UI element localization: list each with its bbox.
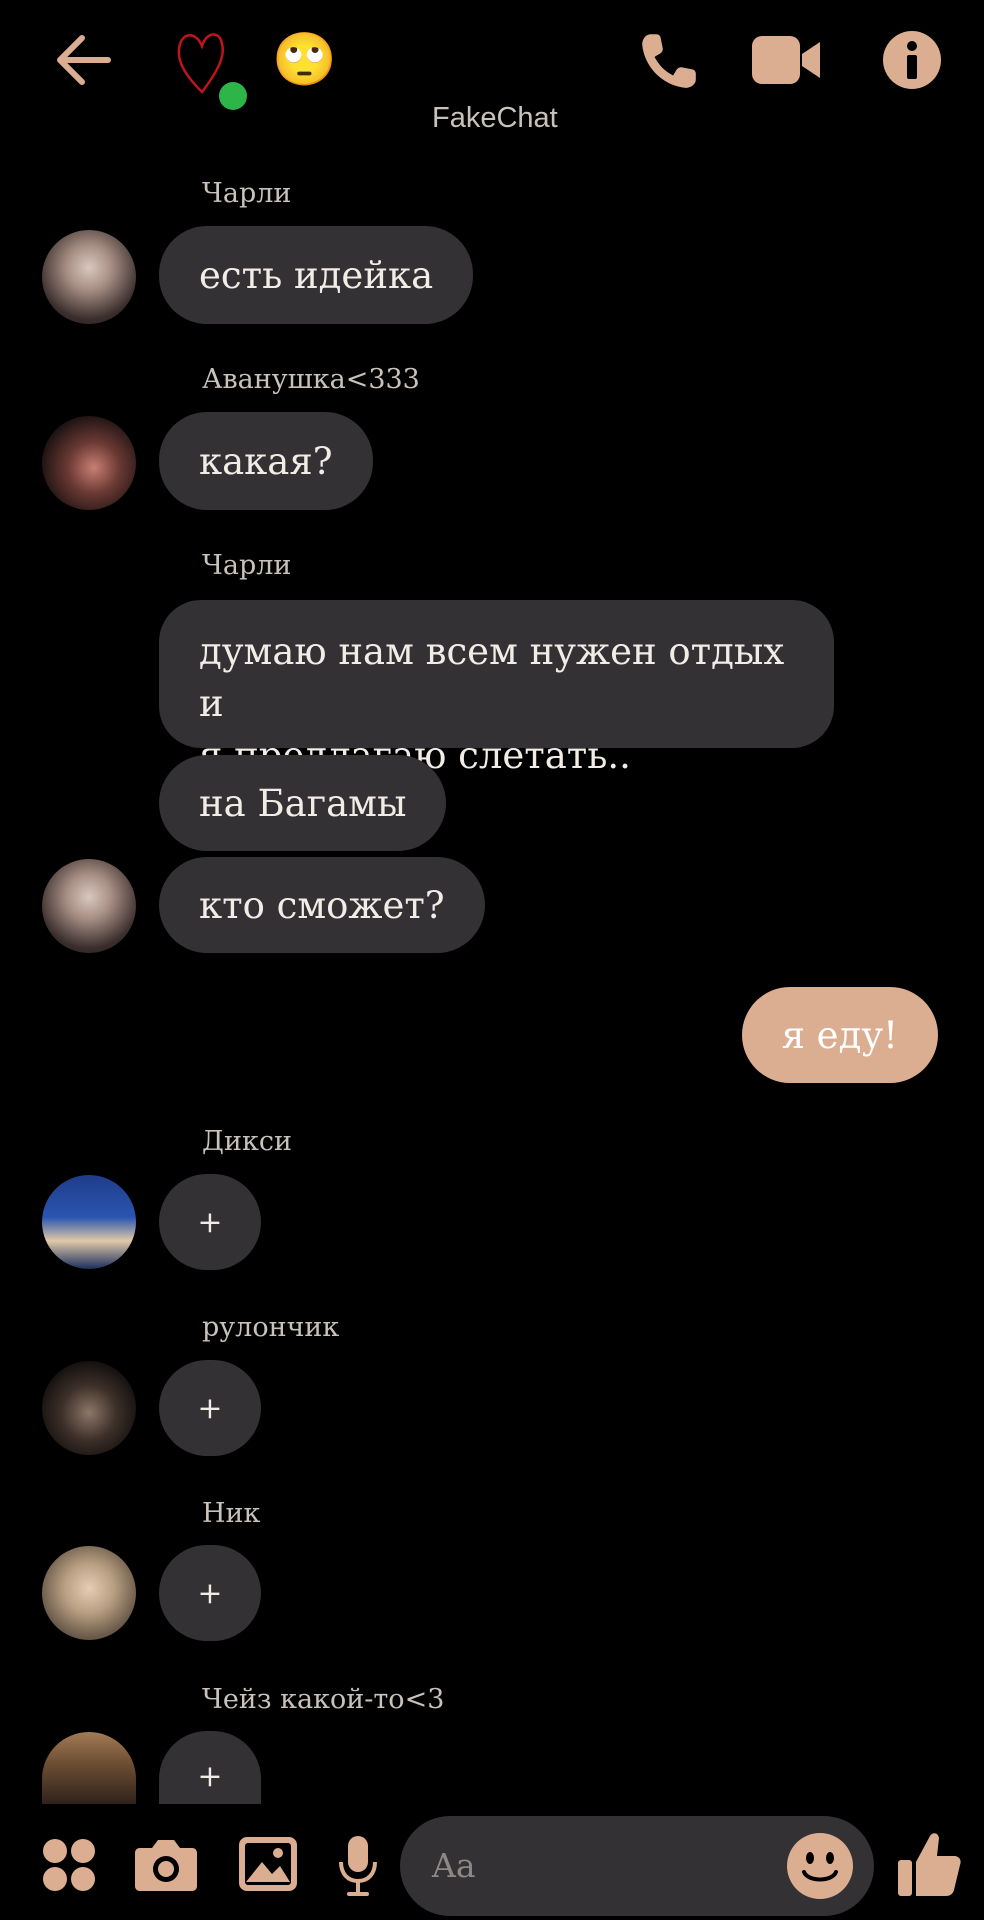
reaction-bubble[interactable]: + <box>159 1360 261 1456</box>
sender-name: Аванушка<333 <box>202 364 420 395</box>
message-input[interactable]: Aa <box>400 1816 874 1916</box>
phone-icon[interactable] <box>636 28 702 94</box>
avatar-nick[interactable] <box>42 1546 136 1640</box>
online-indicator <box>219 82 247 110</box>
camera-icon[interactable] <box>134 1836 198 1892</box>
avatar-avanushka[interactable] <box>42 416 136 510</box>
thumbs-up-icon[interactable] <box>896 1830 962 1898</box>
chat-title: FakeChat <box>432 102 558 134</box>
avatar-rulonchik[interactable] <box>42 1361 136 1455</box>
own-message-bubble[interactable]: я еду! <box>741 987 938 1083</box>
image-icon[interactable] <box>238 1836 298 1892</box>
video-camera-icon[interactable] <box>750 34 822 86</box>
message-bubble[interactable]: какая? <box>159 412 373 510</box>
emoji-icon[interactable] <box>786 1832 854 1900</box>
group-avatar[interactable] <box>172 22 256 112</box>
avatar-chase[interactable] <box>42 1732 136 1804</box>
reaction-bubble[interactable]: + <box>159 1731 261 1804</box>
back-arrow-icon[interactable] <box>52 28 116 92</box>
sender-name: Чарли <box>202 178 292 209</box>
message-bubble[interactable]: думаю нам всем нужен отдых и я предлагаю… <box>159 600 834 777</box>
message-bubble[interactable]: на Багамы <box>159 755 447 851</box>
message-line: думаю нам всем нужен отдых и <box>199 630 785 725</box>
composer-bar: Aa <box>0 1800 984 1920</box>
sender-name: Дикси <box>202 1126 292 1157</box>
avatar-charlie[interactable] <box>42 230 136 324</box>
reaction-bubble[interactable]: + <box>159 1174 261 1270</box>
reaction-bubble[interactable]: + <box>159 1545 261 1641</box>
message-bubble[interactable]: кто сможет? <box>159 857 485 953</box>
sender-name: Чейз какой-то<3 <box>202 1684 445 1715</box>
sender-name: Чарли <box>202 550 292 581</box>
info-icon[interactable] <box>882 30 942 90</box>
microphone-icon[interactable] <box>336 1834 380 1898</box>
avatar-charlie[interactable] <box>42 859 136 953</box>
status-emoji: 🙄 <box>272 30 337 90</box>
chat-header: 🙄 FakeChat <box>0 0 984 150</box>
avatar-dixie[interactable] <box>42 1175 136 1269</box>
message-input-placeholder: Aa <box>432 1846 476 1885</box>
sender-name: рулончик <box>202 1312 340 1343</box>
sender-name: Ник <box>202 1498 261 1529</box>
message-bubble[interactable]: есть идейка <box>159 226 474 324</box>
apps-icon[interactable] <box>42 1838 96 1892</box>
